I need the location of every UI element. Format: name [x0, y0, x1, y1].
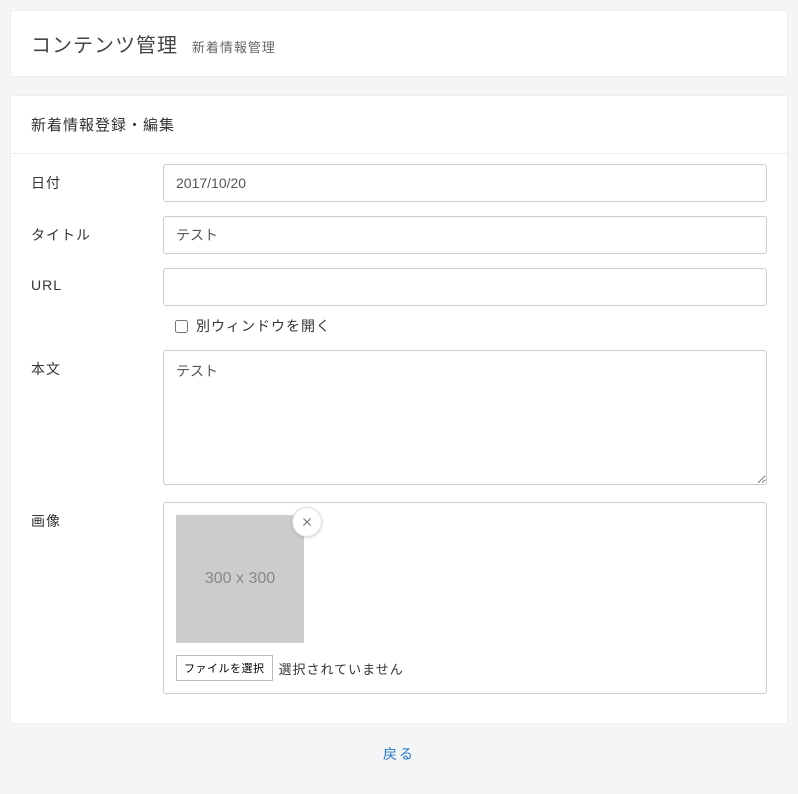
- page-header: コンテンツ管理 新着情報管理: [10, 10, 788, 77]
- label-body: 本文: [31, 350, 163, 379]
- label-image: 画像: [31, 502, 163, 531]
- file-row: ファイルを選択 選択されていません: [176, 655, 754, 681]
- image-box: 300 x 300 ファイルを選択 選択されていません: [163, 502, 767, 694]
- new-window-label: 別ウィンドウを開く: [196, 316, 331, 336]
- row-title: タイトル: [31, 216, 767, 254]
- image-preview-wrapper: 300 x 300: [176, 515, 304, 643]
- date-input[interactable]: [163, 164, 767, 202]
- back-link[interactable]: 戻る: [383, 746, 415, 762]
- image-placeholder: 300 x 300: [176, 515, 304, 643]
- title-input[interactable]: [163, 216, 767, 254]
- label-date: 日付: [31, 164, 163, 193]
- form-panel: 新着情報登録・編集 日付 タイトル URL 別ウィンドウを開く: [10, 95, 788, 724]
- new-window-checkbox[interactable]: [175, 320, 188, 333]
- url-input[interactable]: [163, 268, 767, 306]
- row-image: 画像 300 x 300 ファイルを選択: [31, 502, 767, 694]
- panel-title: 新着情報登録・編集: [11, 96, 787, 154]
- page-subtitle: 新着情報管理: [192, 40, 276, 55]
- label-url: URL: [31, 268, 163, 293]
- label-title: タイトル: [31, 216, 163, 245]
- remove-image-button[interactable]: [292, 507, 322, 537]
- file-select-button[interactable]: ファイルを選択: [176, 655, 273, 681]
- row-url: URL 別ウィンドウを開く: [31, 268, 767, 336]
- file-status-text: 選択されていません: [279, 659, 404, 678]
- form-body: 日付 タイトル URL 別ウィンドウを開く 本文: [11, 154, 787, 723]
- body-textarea[interactable]: [163, 350, 767, 485]
- row-body: 本文: [31, 350, 767, 488]
- close-icon: [300, 515, 314, 529]
- footer: 戻る: [10, 724, 788, 784]
- row-date: 日付: [31, 164, 767, 202]
- image-placeholder-text: 300 x 300: [205, 570, 275, 588]
- page-title: コンテンツ管理: [31, 35, 178, 57]
